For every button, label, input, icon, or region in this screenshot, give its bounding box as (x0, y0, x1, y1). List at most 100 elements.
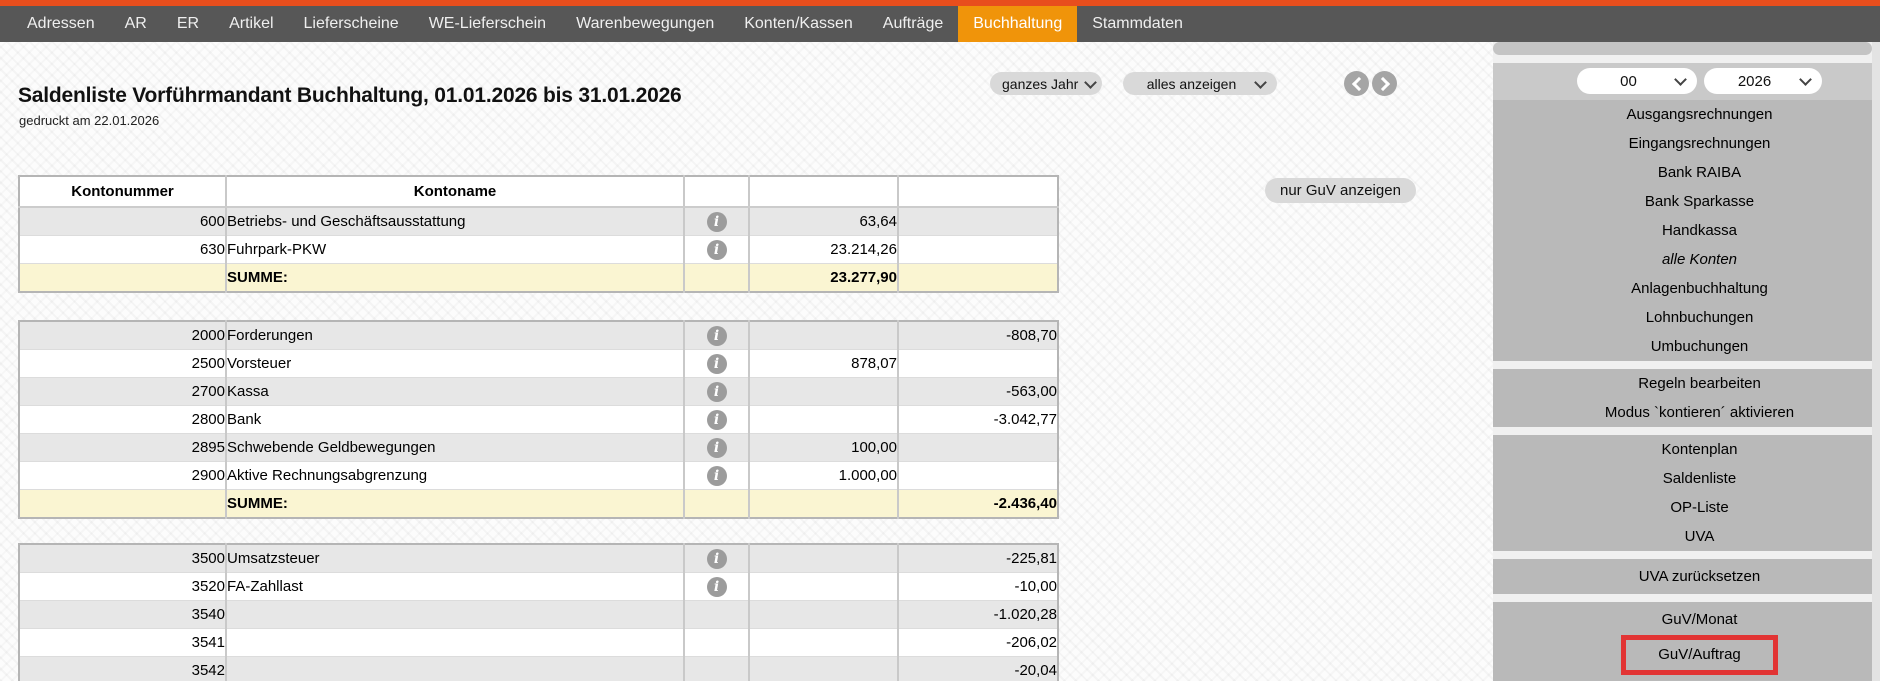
sidebar-item-op-liste[interactable]: OP-Liste (1527, 493, 1872, 522)
account-number: 3542 (19, 657, 226, 681)
info-icon[interactable]: i (707, 577, 727, 597)
sidebar-item-uva-zur-cksetzen[interactable]: UVA zurücksetzen (1527, 559, 1872, 594)
summe-label: SUMME: (226, 264, 684, 293)
sidebar-item-saldenliste[interactable]: Saldenliste (1527, 464, 1872, 493)
info-icon[interactable]: i (707, 410, 727, 430)
summe-credit: -2.436,40 (898, 490, 1058, 519)
account-name: Bank (226, 406, 684, 434)
info-icon[interactable]: i (707, 354, 727, 374)
table-row: 2700Kassai-563,00 (19, 378, 1058, 406)
balance-credit: -1.020,28 (898, 601, 1058, 629)
table-row: 3540-1.020,28 (19, 601, 1058, 629)
nav-tab-konten-kassen[interactable]: Konten/Kassen (729, 6, 868, 42)
sidebar-item-modus-kontieren-aktivieren[interactable]: Modus `kontieren´ aktivieren (1527, 398, 1872, 427)
info-cell (684, 601, 749, 629)
nav-tab-er[interactable]: ER (162, 6, 214, 42)
top-navigation: AdressenARERArtikelLieferscheineWE-Liefe… (0, 0, 1880, 42)
sidebar-item-kontenplan[interactable]: Kontenplan (1527, 435, 1872, 464)
info-icon[interactable]: i (707, 549, 727, 569)
month-select-value: 00 (1589, 73, 1668, 90)
account-name: Kassa (226, 378, 684, 406)
summe-row: SUMME:23.277,90 (19, 264, 1058, 293)
balance-debit: 1.000,00 (749, 462, 898, 490)
year-select-value: 2026 (1716, 73, 1793, 90)
summe-empty (19, 264, 226, 293)
sidebar-panel-uva-reset: UVA zurücksetzen (1493, 559, 1872, 594)
nav-tab-auftr-ge[interactable]: Aufträge (868, 6, 958, 42)
year-select[interactable]: 2026 (1704, 68, 1822, 94)
horizontal-scrollbar[interactable] (1493, 42, 1872, 55)
balance-credit: -20,04 (898, 657, 1058, 681)
info-cell: i (684, 573, 749, 601)
table-row: 3500Umsatzsteueri-225,81 (19, 544, 1058, 573)
sidebar-select-band: 00 2026 (1493, 63, 1872, 100)
sidebar-item-handkassa[interactable]: Handkassa (1527, 216, 1872, 245)
account-number: 630 (19, 236, 226, 264)
nav-tab-ar[interactable]: AR (110, 6, 162, 42)
balance-debit: 63,64 (749, 207, 898, 236)
filter-select[interactable]: alles anzeigen (1123, 72, 1277, 95)
balance-debit (749, 544, 898, 573)
sidebar-item-lohnbuchungen[interactable]: Lohnbuchungen (1527, 303, 1872, 332)
nav-tab-buchhaltung[interactable]: Buchhaltung (958, 6, 1077, 42)
summe-row: SUMME:-2.436,40 (19, 490, 1058, 519)
sidebar-item-bank-raiba[interactable]: Bank RAIBA (1527, 158, 1872, 187)
nav-tab-lieferscheine[interactable]: Lieferscheine (289, 6, 414, 42)
summe-empty (19, 490, 226, 519)
show-guv-only-button[interactable]: nur GuV anzeigen (1265, 178, 1416, 203)
info-icon[interactable]: i (707, 212, 727, 232)
table-row: 630Fuhrpark-PKWi23.214,26 (19, 236, 1058, 264)
sidebar-item-regeln-bearbeiten[interactable]: Regeln bearbeiten (1527, 369, 1872, 398)
sidebar-item-anlagenbuchhaltung[interactable]: Anlagenbuchhaltung (1527, 274, 1872, 303)
info-cell (684, 657, 749, 681)
balance-credit: -10,00 (898, 573, 1058, 601)
account-number: 2895 (19, 434, 226, 462)
account-name (226, 629, 684, 657)
info-cell (684, 629, 749, 657)
sidebar-item-bank-sparkasse[interactable]: Bank Sparkasse (1527, 187, 1872, 216)
sidebar-item-eingangsrechnungen[interactable]: Eingangsrechnungen (1527, 129, 1872, 158)
sidebar-item-ausgangsrechnungen[interactable]: Ausgangsrechnungen (1527, 100, 1872, 129)
nav-tab-we-lieferschein[interactable]: WE-Lieferschein (414, 6, 561, 42)
info-icon[interactable]: i (707, 240, 727, 260)
summe-debit (749, 490, 898, 519)
balance-table-group-2: 2000Forderungeni-808,702500Vorsteueri878… (18, 320, 1057, 519)
column-header-kontonummer: Kontonummer (19, 176, 226, 207)
nav-tab-bar: AdressenARERArtikelLieferscheineWE-Liefe… (0, 6, 1880, 42)
nav-tab-warenbewegungen[interactable]: Warenbewegungen (561, 6, 729, 42)
next-period-button[interactable] (1372, 71, 1397, 96)
summe-empty (684, 264, 749, 293)
nav-tab-stammdaten[interactable]: Stammdaten (1077, 6, 1198, 42)
period-select[interactable]: ganzes Jahr (990, 72, 1102, 95)
account-number: 3520 (19, 573, 226, 601)
balance-debit (749, 321, 898, 350)
month-select[interactable]: 00 (1577, 68, 1697, 94)
sidebar-item-umbuchungen[interactable]: Umbuchungen (1527, 332, 1872, 361)
nav-tab-adressen[interactable]: Adressen (12, 6, 110, 42)
chevron-left-icon (1352, 77, 1366, 91)
info-cell: i (684, 207, 749, 236)
column-header-credit (898, 176, 1058, 207)
sidebar-panel-rules: Regeln bearbeitenModus `kontieren´ aktiv… (1493, 369, 1872, 427)
sidebar-item-alle-konten[interactable]: alle Konten (1527, 245, 1872, 274)
balance-debit (749, 378, 898, 406)
filter-select-value: alles anzeigen (1135, 76, 1248, 92)
sidebar-item-guv-auftrag[interactable]: GuV/Auftrag (1626, 640, 1773, 670)
info-icon[interactable]: i (707, 382, 727, 402)
chevron-down-icon (1799, 73, 1812, 86)
info-icon[interactable]: i (707, 438, 727, 458)
nav-tab-artikel[interactable]: Artikel (214, 6, 288, 42)
balance-credit: -206,02 (898, 629, 1058, 657)
column-header-debit (749, 176, 898, 207)
account-number: 2700 (19, 378, 226, 406)
chevron-down-icon (1084, 76, 1097, 89)
info-icon[interactable]: i (707, 466, 727, 486)
sidebar-item-guv-monat[interactable]: GuV/Monat (1527, 605, 1872, 635)
sidebar-item-uva[interactable]: UVA (1527, 522, 1872, 551)
info-icon[interactable]: i (707, 326, 727, 346)
account-number: 2000 (19, 321, 226, 350)
prev-period-button[interactable] (1344, 71, 1369, 96)
table-row: 2500Vorsteueri878,07 (19, 350, 1058, 378)
account-name: Vorsteuer (226, 350, 684, 378)
info-cell: i (684, 321, 749, 350)
